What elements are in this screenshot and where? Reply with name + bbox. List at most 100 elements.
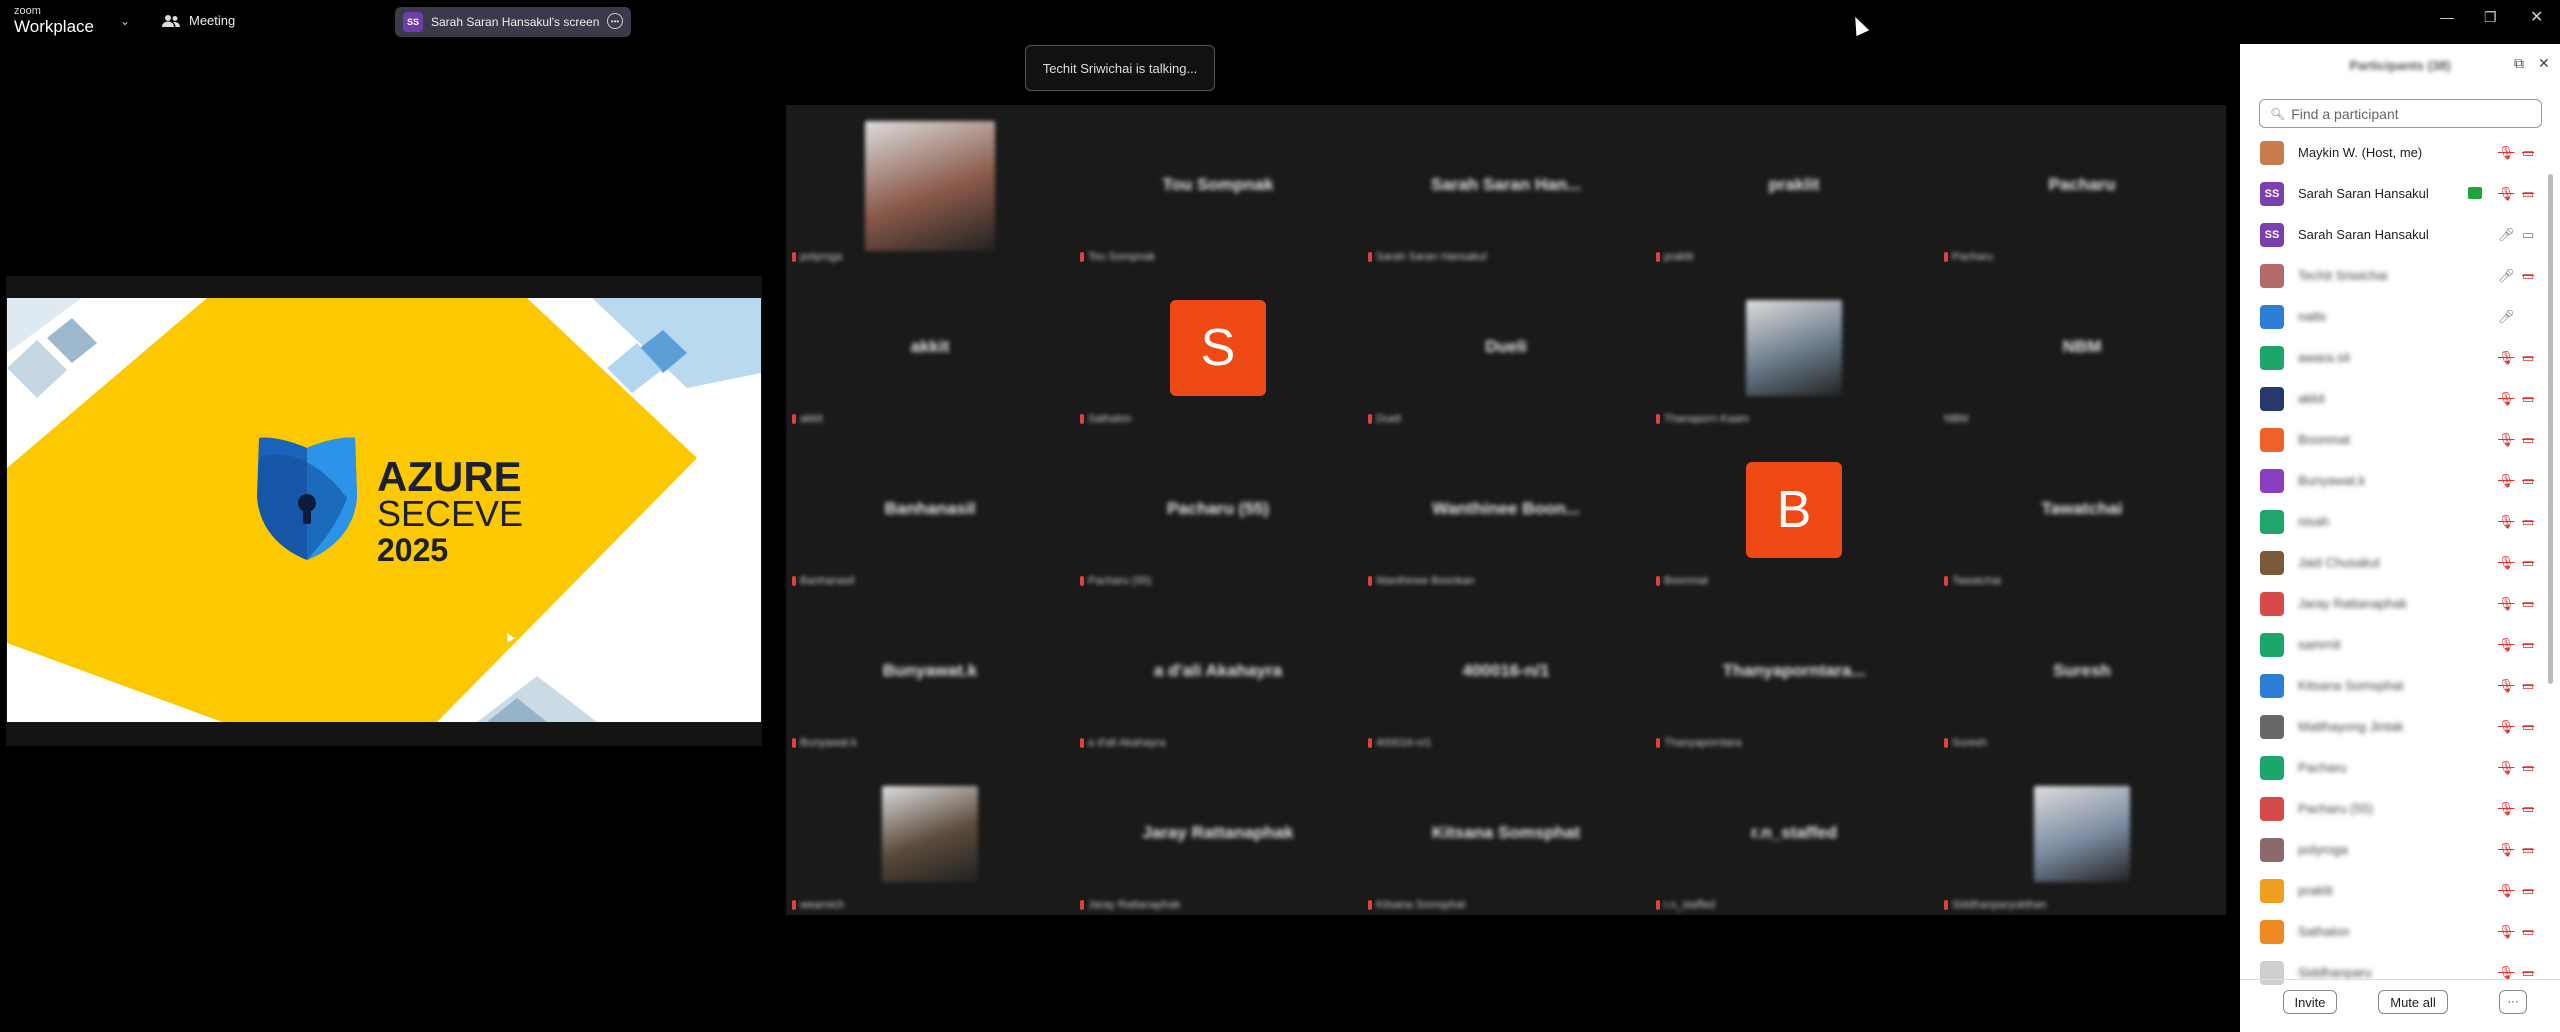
video-off-icon[interactable]: ▭ [2522, 801, 2534, 817]
participant-row[interactable]: Bunyawat.k 🎙︎ ▭ [2240, 460, 2550, 501]
close-panel-icon[interactable]: ✕ [2538, 55, 2550, 72]
video-tile[interactable]: Dueli Dueli [1362, 267, 1650, 429]
video-tile[interactable]: akkit akkit [786, 267, 1074, 429]
mic-muted-icon[interactable]: 🎙︎ [2498, 719, 2515, 735]
participant-search-input[interactable]: 🔍︎ Find a participant [2259, 99, 2542, 128]
mic-muted-icon[interactable]: 🎙︎ [2498, 514, 2515, 530]
video-tile[interactable]: Wanthinee Boon... Wanthinee Boonkan [1362, 429, 1650, 591]
participant-row[interactable]: polyroga 🎙︎ ▭ [2240, 829, 2550, 870]
mic-on-icon[interactable]: 🎤︎ [2498, 309, 2515, 325]
video-tile[interactable]: Pacharu (55) Pacharu (55) [1074, 429, 1362, 591]
mic-muted-icon[interactable]: 🎙︎ [2498, 924, 2515, 940]
invite-button[interactable]: Invite [2283, 990, 2337, 1014]
mic-muted-icon[interactable]: 🎙︎ [2498, 555, 2515, 571]
video-off-icon[interactable]: ▭ [2522, 596, 2534, 612]
participant-row[interactable]: Techit Sriwichai 🎤︎ ▭ [2240, 255, 2550, 296]
video-off-icon[interactable]: ▭ [2522, 678, 2534, 694]
participant-row[interactable]: SS Sarah Saran Hansakul 🎤︎ ▭ [2240, 214, 2550, 255]
video-tile[interactable]: Tawatchai Tawatchai [1938, 429, 2226, 591]
video-tile[interactable]: r.n_staffed r.n_staffed [1650, 753, 1938, 915]
video-tile[interactable]: Bunyawat.k Bunyawat.k [786, 591, 1074, 753]
participant-avatar [2260, 468, 2284, 493]
video-tile[interactable]: Suresh Suresh [1938, 591, 2226, 753]
video-off-icon[interactable]: ▭ [2522, 432, 2534, 448]
video-off-icon[interactable]: ▭ [2522, 186, 2534, 202]
mic-on-icon[interactable]: 🎤︎ [2498, 268, 2515, 284]
mic-muted-icon[interactable]: 🎙︎ [2498, 801, 2515, 817]
video-tile[interactable]: Thanaporn Kaam [1650, 267, 1938, 429]
video-tile[interactable]: S Sathalon [1074, 267, 1362, 429]
video-off-icon[interactable]: ▭ [2522, 842, 2534, 858]
mic-muted-icon[interactable]: 🎙︎ [2498, 391, 2515, 407]
participant-row[interactable]: samrnit 🎙︎ ▭ [2240, 624, 2550, 665]
video-tile[interactable]: Thanyaporntara... Thanyaporntara [1650, 591, 1938, 753]
video-off-icon[interactable]: ▭ [2522, 145, 2534, 161]
video-tile[interactable]: Sarah Saran Han... Sarah Saran Hansakul [1362, 105, 1650, 267]
video-tile[interactable]: Tou Sompnak Tou Sompnak [1074, 105, 1362, 267]
close-icon[interactable]: ✕ [2530, 7, 2543, 27]
video-off-icon[interactable]: ▭ [2522, 924, 2534, 940]
video-tile[interactable]: NBM NBM [1938, 267, 2226, 429]
participant-row[interactable]: nisah 🎙︎ ▭ [2240, 501, 2550, 542]
popout-icon[interactable]: ⧉ [2514, 55, 2524, 72]
mic-muted-icon[interactable]: 🎙︎ [2498, 145, 2515, 161]
more-options-button[interactable]: ··· [2499, 990, 2527, 1014]
video-tile[interactable]: wearnich [786, 753, 1074, 915]
participant-list-scrollbar[interactable] [2548, 174, 2553, 684]
minimize-icon[interactable]: — [2440, 9, 2454, 25]
mic-muted-icon[interactable]: 🎙︎ [2498, 473, 2515, 489]
video-off-icon[interactable]: ▭ [2522, 473, 2534, 489]
video-tile[interactable]: B Boonmat [1650, 429, 1938, 591]
mic-muted-icon[interactable]: 🎙︎ [2498, 432, 2515, 448]
video-tile[interactable]: Kitsana Somsphat Kitsana Somsphat [1362, 753, 1650, 915]
video-tile[interactable]: Siddhanparyukthan [1938, 753, 2226, 915]
meeting-menu[interactable]: Meeting [162, 13, 235, 28]
mic-muted-icon[interactable]: 🎙︎ [2498, 678, 2515, 694]
participant-row[interactable]: akkit 🎙︎ ▭ [2240, 378, 2550, 419]
video-tile[interactable]: Banhanasil Banhanasil [786, 429, 1074, 591]
video-off-icon[interactable]: ▭ [2522, 514, 2534, 530]
video-off-icon[interactable]: ▭ [2522, 883, 2534, 899]
mute-all-button[interactable]: Mute all [2378, 990, 2448, 1014]
mic-muted-icon[interactable]: 🎙︎ [2498, 596, 2515, 612]
video-on-icon[interactable]: ▭ [2522, 227, 2534, 243]
video-off-icon[interactable]: ▭ [2522, 350, 2534, 366]
participant-row[interactable]: Jaid Chusakul 🎙︎ ▭ [2240, 542, 2550, 583]
participant-row[interactable]: Maykin W. (Host, me) 🎙︎ ▭ [2240, 132, 2550, 173]
mic-muted-icon[interactable]: 🎙︎ [2498, 883, 2515, 899]
participant-row[interactable]: Kitsana Somsphat 🎙︎ ▭ [2240, 665, 2550, 706]
video-tile[interactable]: Jaray Rattanaphak Jaray Rattanaphak [1074, 753, 1362, 915]
chevron-down-icon[interactable]: ⌄ [120, 14, 130, 28]
video-off-icon[interactable]: ▭ [2522, 637, 2534, 653]
mic-muted-icon[interactable]: 🎙︎ [2498, 186, 2515, 202]
mic-on-icon[interactable]: 🎤︎ [2498, 227, 2515, 243]
video-tile[interactable]: praklit praklit [1650, 105, 1938, 267]
participant-row[interactable]: awara.sit 🎙︎ ▭ [2240, 337, 2550, 378]
video-off-icon[interactable]: ▭ [2522, 760, 2534, 776]
more-options-icon[interactable]: ••• [607, 13, 623, 29]
video-tile[interactable]: Pacharu Pacharu [1938, 105, 2226, 267]
participant-row[interactable]: Sathalon 🎙︎ ▭ [2240, 911, 2550, 952]
participant-row[interactable]: Boonmat 🎙︎ ▭ [2240, 419, 2550, 460]
participant-row[interactable]: SS Sarah Saran Hansakul 🎙︎ ▭ [2240, 173, 2550, 214]
participant-avatar [2260, 509, 2284, 534]
mic-muted-icon[interactable]: 🎙︎ [2498, 760, 2515, 776]
participant-row[interactable]: praklit 🎙︎ ▭ [2240, 870, 2550, 911]
video-tile[interactable]: 400016-n/1 400016-n/1 [1362, 591, 1650, 753]
video-off-icon[interactable]: ▭ [2522, 391, 2534, 407]
participant-row[interactable]: Jaray Rattanaphak 🎙︎ ▭ [2240, 583, 2550, 624]
video-off-icon[interactable]: ▭ [2522, 555, 2534, 571]
participant-row[interactable]: Pacharu (55) 🎙︎ ▭ [2240, 788, 2550, 829]
video-off-icon[interactable]: ▭ [2522, 268, 2534, 284]
video-off-icon[interactable]: ▭ [2522, 719, 2534, 735]
video-tile[interactable]: a d'ali Akahayra a d'ali Akahayra [1074, 591, 1362, 753]
restore-icon[interactable]: ❐ [2484, 9, 2497, 26]
screen-share-indicator[interactable]: SS Sarah Saran Hansakul's screen ••• [395, 7, 631, 37]
mic-muted-icon[interactable]: 🎙︎ [2498, 842, 2515, 858]
participant-row[interactable]: Matthayong Jintak 🎙︎ ▭ [2240, 706, 2550, 747]
participant-row[interactable]: natts 🎤︎ [2240, 296, 2550, 337]
mic-muted-icon[interactable]: 🎙︎ [2498, 637, 2515, 653]
video-tile[interactable]: polyroga [786, 105, 1074, 267]
participant-row[interactable]: Pacharu 🎙︎ ▭ [2240, 747, 2550, 788]
mic-muted-icon[interactable]: 🎙︎ [2498, 350, 2515, 366]
